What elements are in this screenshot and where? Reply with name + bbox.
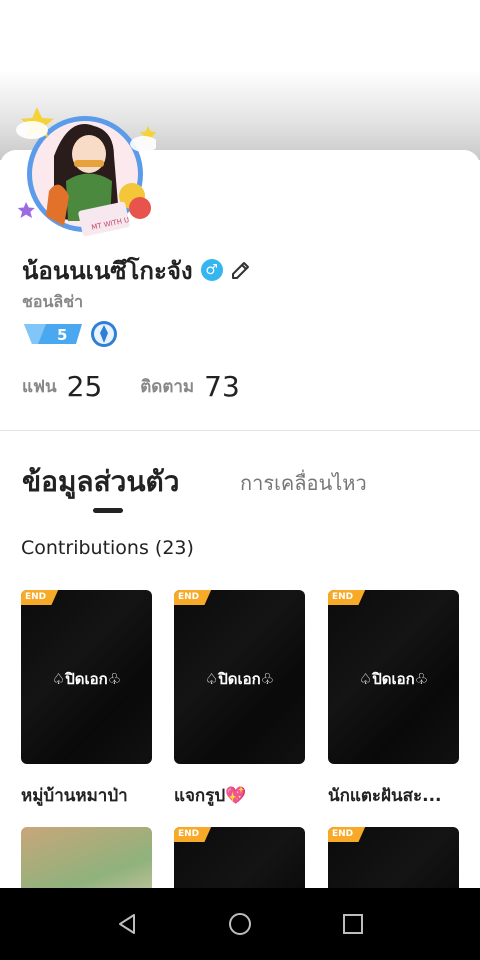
tab-activity[interactable]: การเคลื่อนไหว <box>240 467 367 499</box>
profile-name: น้อนนเนซึโกะจัง <box>22 256 193 285</box>
following-count[interactable]: 73 <box>204 370 240 403</box>
fans-count[interactable]: 25 <box>67 370 103 403</box>
end-badge: END <box>328 827 366 842</box>
recents-icon <box>343 914 364 934</box>
level-number: 5 <box>57 326 67 344</box>
back-button[interactable] <box>107 904 147 944</box>
gender-male-icon: ♂ <box>200 259 223 281</box>
cover-text: ♤ปิดเอก♧ <box>358 670 429 688</box>
home-icon <box>228 913 251 935</box>
system-nav-bar <box>0 888 480 960</box>
story-title[interactable]: หมู่บ้านหมาป่า <box>21 782 152 809</box>
profile-subname: ชอนลิช่า <box>22 292 84 311</box>
avatar[interactable]: MT WITH U <box>14 96 156 238</box>
profile-stats: แฟน 25 ติดตาม 73 <box>22 366 278 406</box>
divider <box>0 430 480 431</box>
verified-shield-icon[interactable] <box>90 320 118 348</box>
back-icon <box>118 914 135 934</box>
edit-pencil-icon[interactable] <box>229 258 253 282</box>
level-badge[interactable]: 5 <box>24 322 84 346</box>
fans-label[interactable]: แฟน <box>22 373 57 400</box>
cover-text: ♤ปิดเอก♧ <box>51 670 122 688</box>
cover-text: ♤ปิดเอก♧ <box>204 670 275 688</box>
end-badge: END <box>174 590 212 605</box>
story-cover[interactable]: END ♤ปิดเอก♧ <box>174 590 305 764</box>
contribution-tile[interactable]: END ♤ปิดเอก♧ หมู่บ้านหมาป่า <box>21 590 152 809</box>
recents-button[interactable] <box>333 904 373 944</box>
following-label[interactable]: ติดตาม <box>140 373 194 400</box>
tab-profile-info[interactable]: ข้อมูลส่วนตัว <box>22 460 179 504</box>
story-cover[interactable]: END ♤ปิดเอก♧ <box>328 590 459 764</box>
contribution-tile[interactable]: END ♤ปิดเอก♧ แจกรูป💖 <box>174 590 305 809</box>
end-badge: END <box>174 827 212 842</box>
end-badge: END <box>21 590 59 605</box>
home-button[interactable] <box>220 904 260 944</box>
profile-name-row: น้อนนเนซึโกะจัง ♂ <box>22 252 253 288</box>
story-title[interactable]: แจกรูป💖 <box>174 782 305 809</box>
end-badge: END <box>328 590 366 605</box>
story-cover[interactable]: END ♤ปิดเอก♧ <box>21 590 152 764</box>
tab-active-indicator <box>93 508 123 513</box>
contributions-title: Contributions (23) <box>21 537 194 559</box>
story-title[interactable]: นักแตะฝันสะ... <box>328 782 459 809</box>
contribution-tile[interactable]: END ♤ปิดเอก♧ นักแตะฝันสะ... <box>328 590 459 809</box>
